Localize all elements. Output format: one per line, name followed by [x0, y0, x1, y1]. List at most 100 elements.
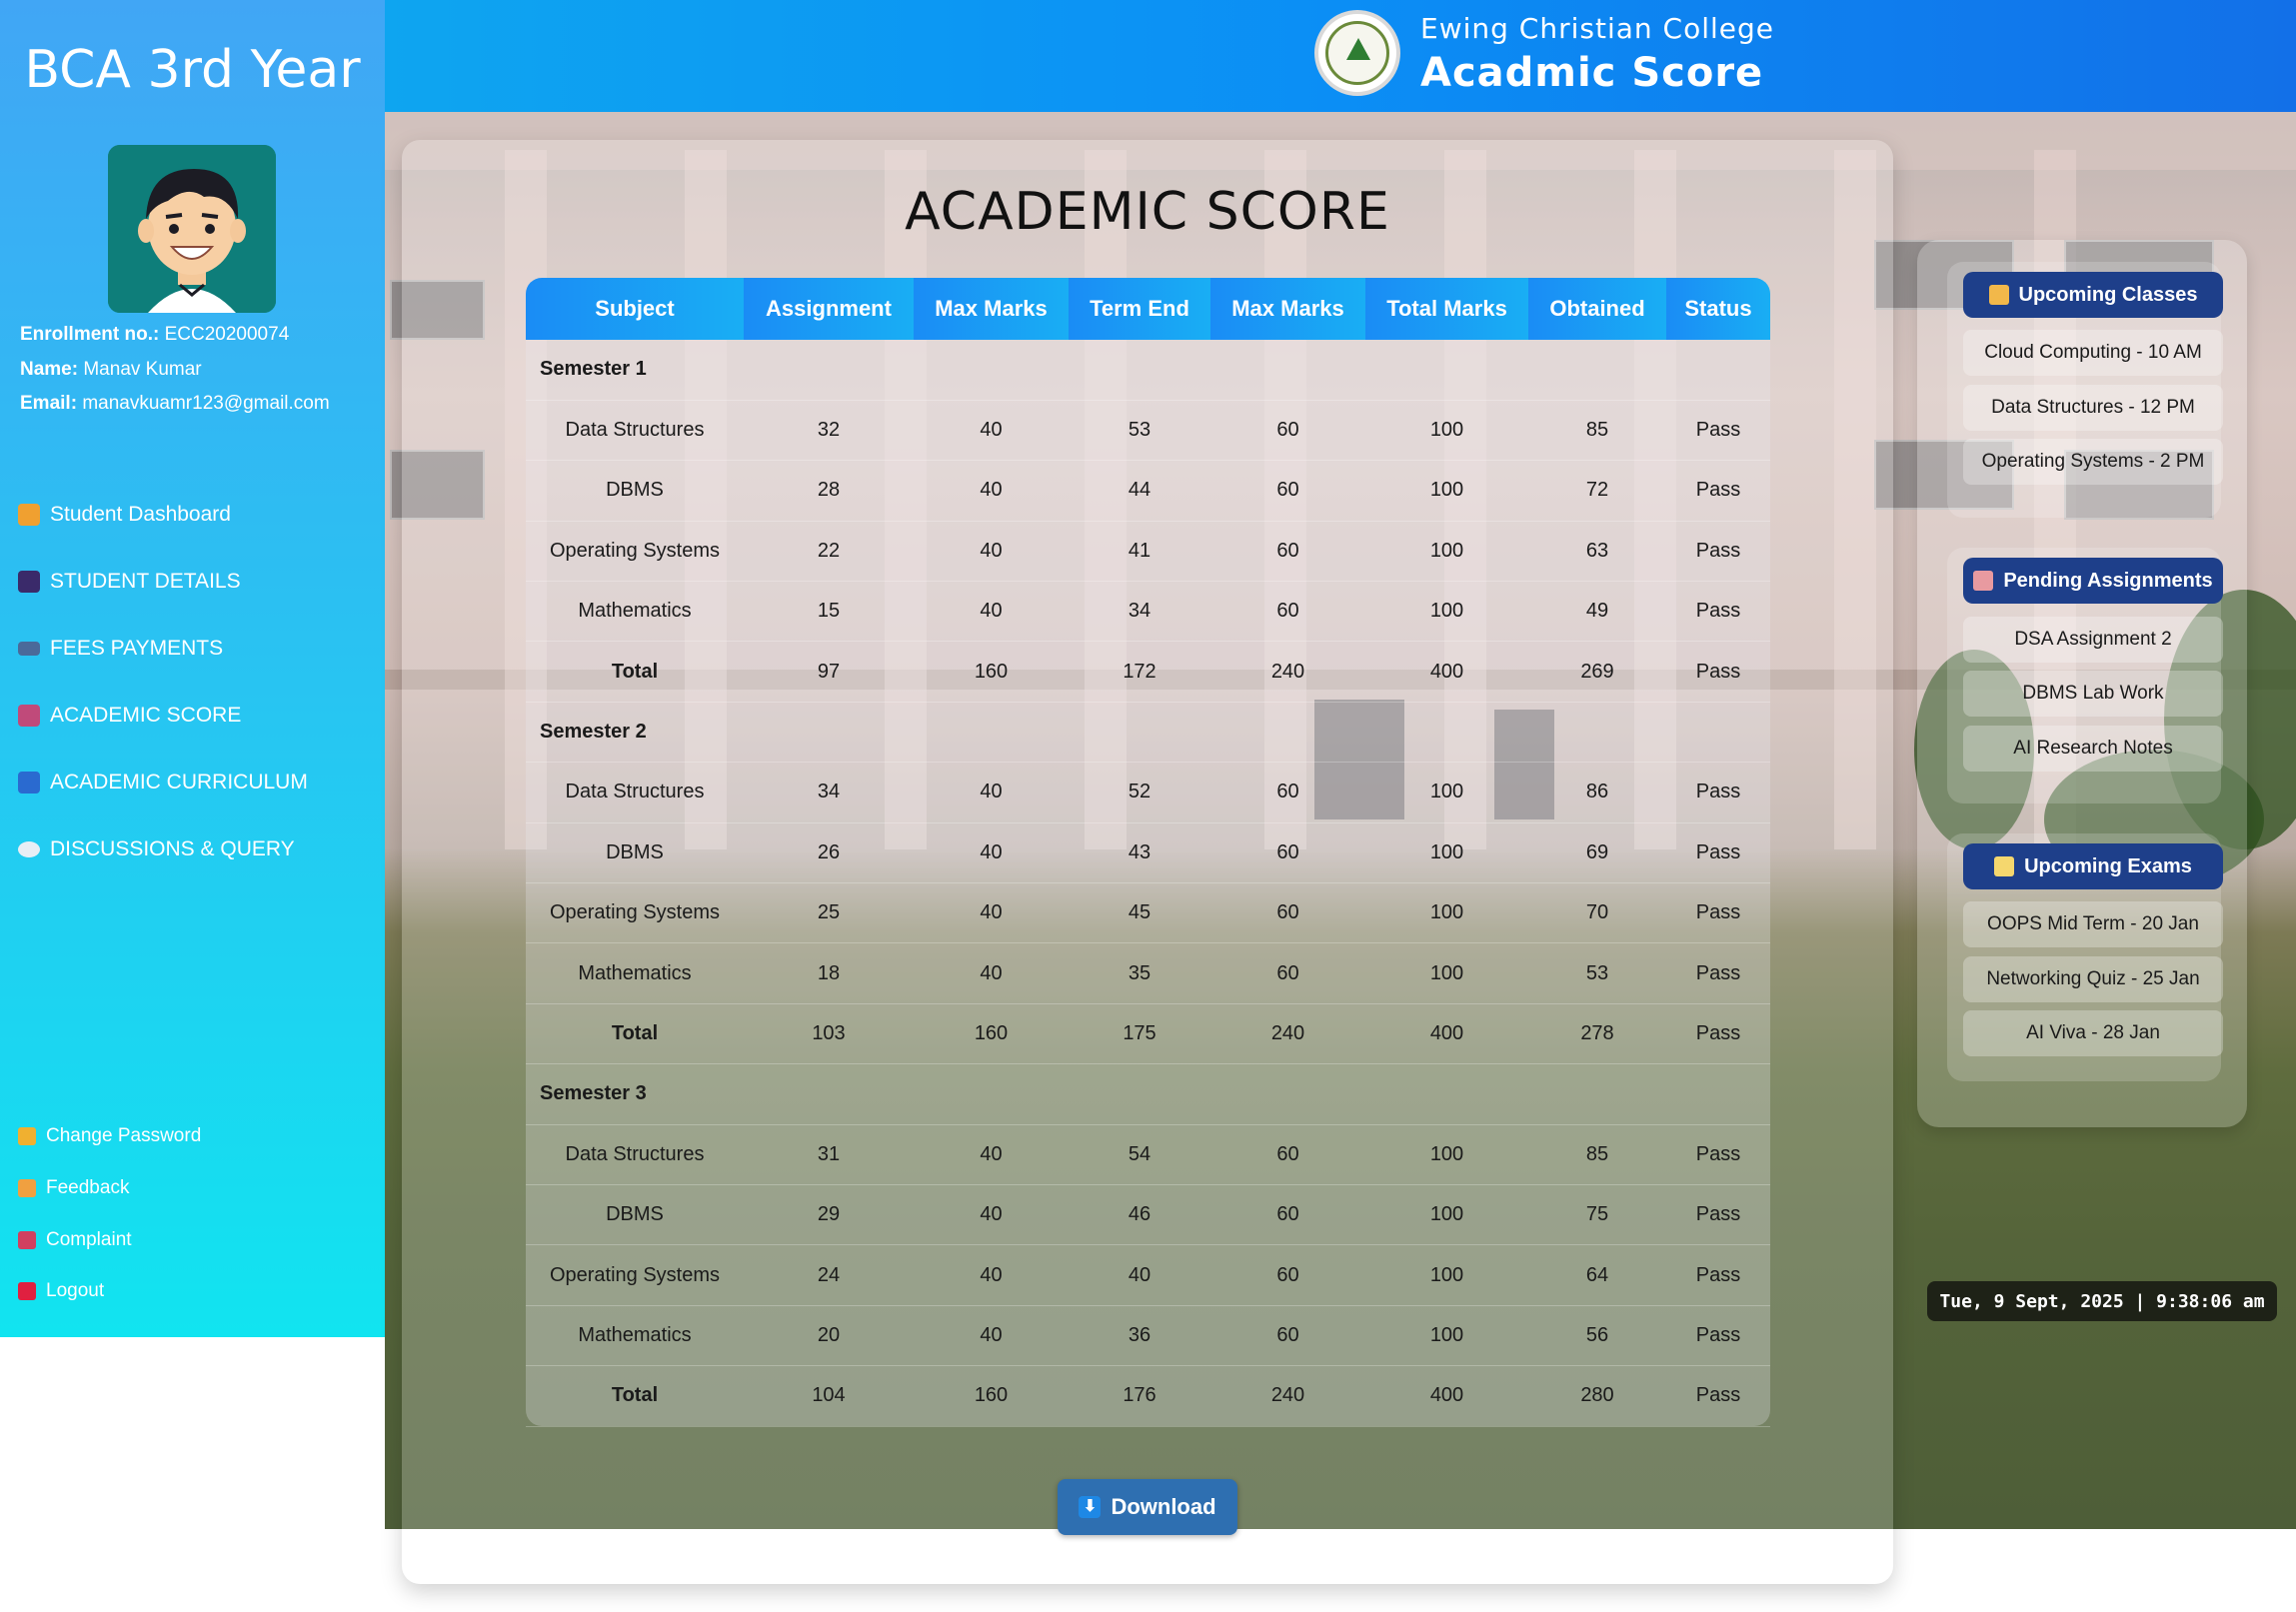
table-row: DBMS 26 40 43 60 100 69 Pass [526, 822, 1770, 884]
college-name: Ewing Christian College [1420, 12, 1774, 45]
table-cell: 26 [744, 822, 914, 884]
document-icon [1973, 571, 1994, 591]
list-item: Data Structures - 12 PM [1963, 385, 2223, 431]
semester-header-row: Semester 1 [526, 340, 1770, 401]
table-row: Mathematics 18 40 35 60 100 53 Pass [526, 942, 1770, 1004]
table-cell: Data Structures [526, 762, 744, 823]
table-cell: 100 [1365, 762, 1528, 823]
column-header: Max Marks [914, 278, 1069, 340]
table-cell: Pass [1666, 1365, 1770, 1427]
table-cell: 56 [1528, 1305, 1666, 1367]
column-header: Max Marks [1210, 278, 1365, 340]
table-cell: 100 [1365, 882, 1528, 944]
table-cell: 41 [1069, 521, 1210, 583]
key-icon [18, 1127, 36, 1145]
table-cell: 28 [744, 460, 914, 522]
name-info: Name: Manav Kumar [20, 359, 202, 380]
table-cell: 18 [744, 942, 914, 1004]
nav-discussions-query[interactable]: DISCUSSIONS & QUERY [18, 837, 295, 861]
table-cell: 40 [914, 400, 1069, 462]
table-cell: Pass [1666, 1244, 1770, 1306]
score-table-body: Semester 1 Data Structures 32 40 53 60 100 85 Pa… [526, 340, 1770, 1427]
table-cell: 60 [1210, 1184, 1365, 1246]
book-icon [18, 772, 40, 794]
change-password-link[interactable]: Change Password [18, 1125, 201, 1147]
semester-label: Semester 2 [526, 702, 1770, 764]
table-cell: 60 [1210, 460, 1365, 522]
nav-academic-curriculum[interactable]: ACADEMIC CURRICULUM [18, 771, 308, 795]
total-row: Total 104 160 176 240 400 280 Pass [526, 1365, 1770, 1427]
nav-student-details[interactable]: STUDENT DETAILS [18, 570, 241, 594]
table-cell: Pass [1666, 1124, 1770, 1185]
table-cell: 175 [1069, 1003, 1210, 1065]
table-cell: 22 [744, 521, 914, 583]
table-cell: Total [526, 1365, 744, 1427]
table-cell: 40 [914, 1305, 1069, 1367]
table-cell: 36 [1069, 1305, 1210, 1367]
email-info: Email: manavkuamr123@gmail.com [20, 393, 330, 414]
table-cell: 104 [744, 1365, 914, 1427]
table-cell: Pass [1666, 521, 1770, 583]
table-cell: 70 [1528, 882, 1666, 944]
sidebar: BCA 3rd Year Enrollment no.: ECC20200074 [0, 0, 385, 1337]
table-cell: 40 [914, 762, 1069, 823]
feedback-link[interactable]: Feedback [18, 1177, 129, 1199]
semester-label: Semester 1 [526, 340, 1770, 401]
pencil-icon [1994, 856, 2015, 876]
table-cell: 60 [1210, 762, 1365, 823]
total-row: Total 97 160 172 240 400 269 Pass [526, 641, 1770, 703]
table-cell: 240 [1210, 641, 1365, 703]
table-cell: 40 [914, 1124, 1069, 1185]
table-cell: 34 [1069, 581, 1210, 643]
student-icon [18, 571, 40, 593]
table-cell: 75 [1528, 1184, 1666, 1246]
table-cell: DBMS [526, 822, 744, 884]
column-header: Status [1666, 278, 1770, 340]
table-cell: 278 [1528, 1003, 1666, 1065]
download-button[interactable]: ⬇ Download [1058, 1479, 1237, 1535]
nav-academic-score[interactable]: ACADEMIC SCORE [18, 704, 241, 728]
table-cell: 160 [914, 1365, 1069, 1427]
column-header: Term End [1069, 278, 1210, 340]
card-icon [18, 642, 40, 656]
nav-fees-payments[interactable]: FEES PAYMENTS [18, 637, 223, 661]
table-cell: 100 [1365, 581, 1528, 643]
table-cell: 60 [1210, 1124, 1365, 1185]
table-cell: 49 [1528, 581, 1666, 643]
table-cell: 40 [1069, 1244, 1210, 1306]
table-row: Mathematics 20 40 36 60 100 56 Pass [526, 1305, 1770, 1367]
table-cell: 40 [914, 882, 1069, 944]
avatar [108, 145, 276, 313]
table-cell: 100 [1365, 400, 1528, 462]
nav-student-dashboard[interactable]: Student Dashboard [18, 503, 231, 527]
column-header: Obtained [1528, 278, 1666, 340]
table-cell: Data Structures [526, 1124, 744, 1185]
logout-link[interactable]: Logout [18, 1280, 104, 1302]
table-row: Operating Systems 22 40 41 60 100 63 Pass [526, 521, 1770, 583]
table-cell: 100 [1365, 942, 1528, 1004]
mailbox-icon [18, 1231, 36, 1249]
table-cell: 400 [1365, 1003, 1528, 1065]
list-item: AI Viva - 28 Jan [1963, 1010, 2223, 1056]
app-root: Ewing Christian College Acadmic Score BC… [0, 0, 2296, 1612]
table-row: DBMS 29 40 46 60 100 75 Pass [526, 1184, 1770, 1246]
table-cell: 24 [744, 1244, 914, 1306]
logout-icon [18, 1282, 36, 1300]
list-item: AI Research Notes [1963, 726, 2223, 772]
table-cell: Pass [1666, 581, 1770, 643]
table-cell: 60 [1210, 942, 1365, 1004]
table-header-row: Subject Assignment Max Marks Term End Ma… [526, 278, 1770, 340]
table-cell: 97 [744, 641, 914, 703]
table-cell: 60 [1210, 581, 1365, 643]
table-cell: 100 [1365, 521, 1528, 583]
table-cell: 29 [744, 1184, 914, 1246]
semester-header-row: Semester 2 [526, 702, 1770, 764]
table-cell: Total [526, 1003, 744, 1065]
pending-assignments-header: Pending Assignments [1963, 558, 2223, 604]
complaint-link[interactable]: Complaint [18, 1229, 132, 1251]
list-item: Cloud Computing - 10 AM [1963, 330, 2223, 376]
table-cell: 69 [1528, 822, 1666, 884]
semester-header-row: Semester 3 [526, 1063, 1770, 1125]
hand-icon [18, 1179, 36, 1197]
column-header: Subject [526, 278, 744, 340]
